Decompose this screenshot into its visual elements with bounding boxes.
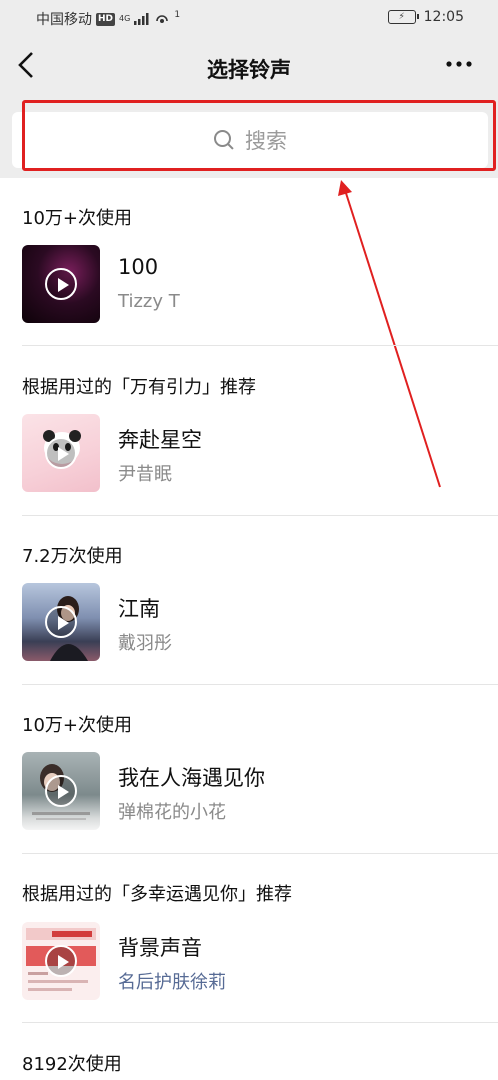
section-header: 7.2万次使用	[22, 546, 123, 567]
search-bar-container: 搜索	[0, 100, 498, 178]
more-options-icon[interactable]	[446, 50, 472, 75]
ringtone-item[interactable]: 江南 戴羽彤	[22, 583, 498, 661]
hotspot-icon	[156, 15, 169, 23]
ringtone-item[interactable]: 奔赴星空 尹昔眠	[22, 414, 498, 492]
cover-thumbnail[interactable]	[22, 922, 100, 1000]
divider	[22, 684, 498, 685]
ringtone-item[interactable]: 100 Tizzy T	[22, 245, 498, 323]
section-header: 根据用过的「多幸运遇见你」推荐	[22, 884, 292, 905]
network-type: 4G	[119, 14, 131, 23]
signal-icon	[134, 13, 149, 25]
ringtone-title: 我在人海遇见你	[118, 766, 265, 790]
status-bar: 中国移动 HD 4G 1 ⚡ 12:05	[0, 0, 498, 36]
battery-icon: ⚡	[387, 10, 419, 24]
hotspot-count: 1	[174, 10, 181, 20]
search-icon	[213, 129, 235, 151]
clock: 12:05	[423, 9, 464, 25]
ringtone-title: 江南	[118, 597, 160, 621]
page-title: 选择铃声	[207, 58, 291, 82]
cover-thumbnail[interactable]	[22, 414, 100, 492]
hd-badge: HD	[96, 12, 116, 26]
section-header: 10万+次使用	[22, 208, 132, 229]
carrier-label: 中国移动	[36, 12, 92, 28]
cover-thumbnail[interactable]	[22, 752, 100, 830]
ringtone-artist: 尹昔眠	[118, 464, 172, 485]
ringtone-title: 100	[118, 255, 159, 279]
divider	[22, 1022, 498, 1023]
section-header: 10万+次使用	[22, 715, 132, 736]
search-input[interactable]: 搜索	[12, 112, 488, 168]
divider	[22, 345, 498, 346]
play-icon[interactable]	[45, 437, 77, 469]
ringtone-artist-link[interactable]: 名后护肤徐莉	[118, 968, 226, 994]
search-placeholder: 搜索	[245, 129, 287, 153]
play-icon[interactable]	[45, 945, 77, 977]
ringtone-title: 背景声音	[118, 936, 202, 960]
ringtone-item[interactable]: 我在人海遇见你 弹棉花的小花	[22, 752, 498, 830]
section-header: 8192次使用	[22, 1054, 122, 1075]
cover-thumbnail[interactable]	[22, 583, 100, 661]
nav-bar: 选择铃声	[0, 36, 498, 100]
divider	[22, 515, 498, 516]
ringtone-artist: 戴羽彤	[118, 633, 172, 654]
play-icon[interactable]	[45, 606, 77, 638]
ringtone-artist: Tizzy T	[118, 291, 180, 312]
ringtone-item[interactable]: 背景声音 名后护肤徐莉	[22, 922, 498, 1000]
play-icon[interactable]	[45, 775, 77, 807]
ringtone-artist: 弹棉花的小花	[118, 802, 226, 823]
divider	[22, 853, 498, 854]
cover-thumbnail[interactable]	[22, 245, 100, 323]
ringtone-title: 奔赴星空	[118, 428, 202, 452]
play-icon[interactable]	[45, 268, 77, 300]
section-header: 根据用过的「万有引力」推荐	[22, 377, 256, 398]
